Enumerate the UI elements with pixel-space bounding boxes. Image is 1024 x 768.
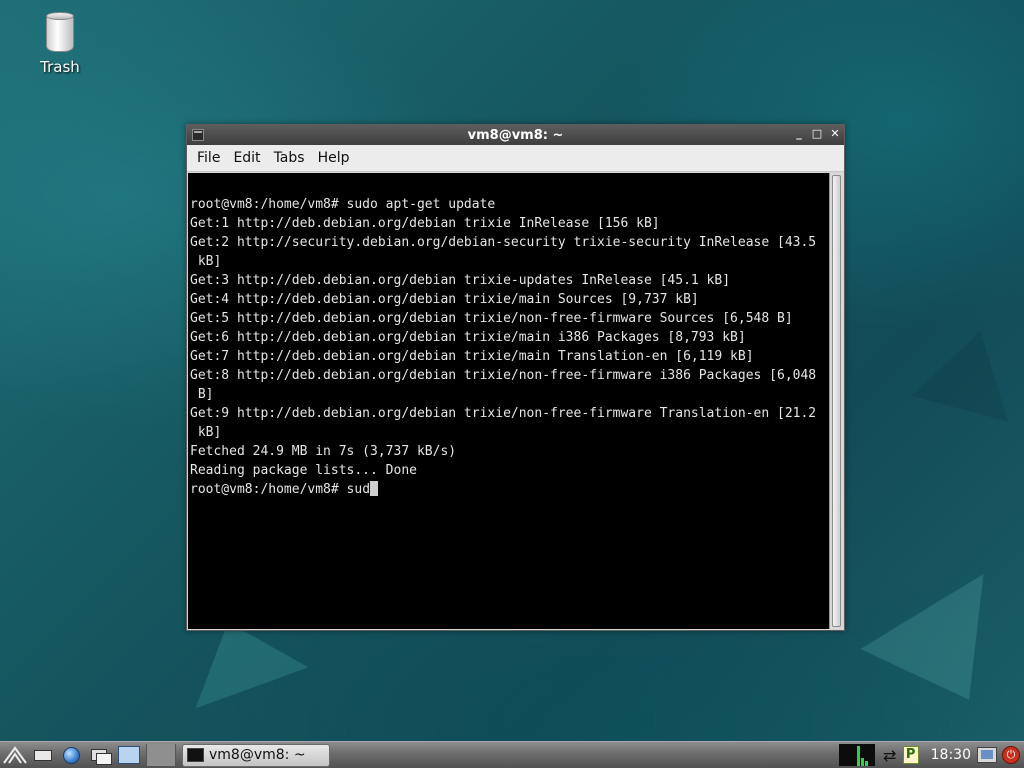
wallpaper-facet (860, 540, 1020, 700)
lxde-start-icon[interactable] (2, 744, 28, 766)
minimize-button[interactable]: _ (792, 127, 806, 141)
close-button[interactable]: ✕ (828, 127, 842, 141)
terminal-line: Get:5 http://deb.debian.org/debian trixi… (190, 311, 793, 326)
terminal-line: Get:6 http://deb.debian.org/debian trixi… (190, 330, 746, 345)
network-arrows-icon[interactable]: ⇄ (877, 746, 903, 765)
taskbar: vm8@vm8: ~ ⇄ P 18:30 ⏻ (0, 741, 1024, 768)
terminal-prompt: root@vm8:/home/vm8# (190, 482, 347, 497)
terminal-cursor (370, 481, 379, 496)
terminal-output[interactable]: root@vm8:/home/vm8# sudo apt-get update G… (188, 173, 829, 629)
desktop-trash[interactable]: Trash (34, 12, 86, 76)
terminal-line: Get:8 http://deb.debian.org/debian trixi… (190, 368, 817, 383)
terminal-scrollbar[interactable] (829, 173, 843, 629)
maximize-button[interactable]: □ (810, 127, 824, 141)
terminal-line: B] (190, 387, 214, 402)
terminal-area[interactable]: root@vm8:/home/vm8# sudo apt-get update G… (188, 173, 843, 629)
terminal-line: Get:2 http://security.debian.org/debian-… (190, 235, 817, 250)
scrollbar-thumb[interactable] (832, 175, 841, 627)
clock[interactable]: 18:30 (925, 747, 977, 763)
terminal-line: Get:3 http://deb.debian.org/debian trixi… (190, 273, 731, 288)
terminal-line: Fetched 24.9 MB in 7s (3,737 kB/s) (190, 444, 457, 459)
trash-icon (46, 12, 74, 52)
terminal-line: Get:4 http://deb.debian.org/debian trixi… (190, 292, 699, 307)
menu-tabs[interactable]: Tabs (268, 150, 311, 166)
terminal-line: Get:7 http://deb.debian.org/debian trixi… (190, 349, 754, 364)
terminal-line: Reading package lists... Done (190, 463, 417, 478)
trash-label: Trash (40, 58, 80, 76)
terminal-line: Get:9 http://deb.debian.org/debian trixi… (190, 406, 817, 421)
terminal-line: root@vm8:/home/vm8# sudo apt-get update (190, 197, 496, 212)
menu-help[interactable]: Help (312, 150, 356, 166)
terminal-line: kB] (190, 254, 222, 269)
terminal-line: Get:1 http://deb.debian.org/debian trixi… (190, 216, 660, 231)
power-icon[interactable]: ⏻ (1002, 746, 1020, 764)
terminal-prompt-line[interactable]: root@vm8:/home/vm8# sud (190, 480, 829, 499)
menu-edit[interactable]: Edit (227, 150, 266, 166)
web-browser-icon[interactable] (58, 744, 84, 766)
taskbar-window-button[interactable]: vm8@vm8: ~ (182, 743, 330, 767)
window-title: vm8@vm8: ~ (467, 127, 564, 143)
terminal-window[interactable]: vm8@vm8: ~ _ □ ✕ File Edit Tabs Help roo… (186, 124, 845, 631)
desktop-pager-gap (146, 744, 176, 766)
wallpaper-facet (911, 318, 1024, 422)
p-tray-icon[interactable]: P (902, 746, 919, 764)
show-desktop-icon[interactable] (86, 744, 112, 766)
window-menu-icon[interactable] (192, 129, 204, 141)
window-titlebar[interactable]: vm8@vm8: ~ _ □ ✕ (187, 125, 844, 145)
system-tray: ⇄ P 18:30 ⏻ (838, 742, 1024, 768)
menu-file[interactable]: File (191, 150, 226, 166)
menu-bar: File Edit Tabs Help (187, 145, 844, 172)
terminal-input[interactable]: sud (347, 482, 370, 497)
file-manager-icon[interactable] (30, 744, 56, 766)
terminal-line: kB] (190, 425, 222, 440)
display-icon[interactable] (977, 747, 997, 763)
network-monitor-icon[interactable] (838, 744, 875, 766)
terminal-icon (187, 748, 204, 762)
desktop-pager-icon[interactable] (118, 746, 140, 764)
task-label: vm8@vm8: ~ (209, 747, 306, 763)
